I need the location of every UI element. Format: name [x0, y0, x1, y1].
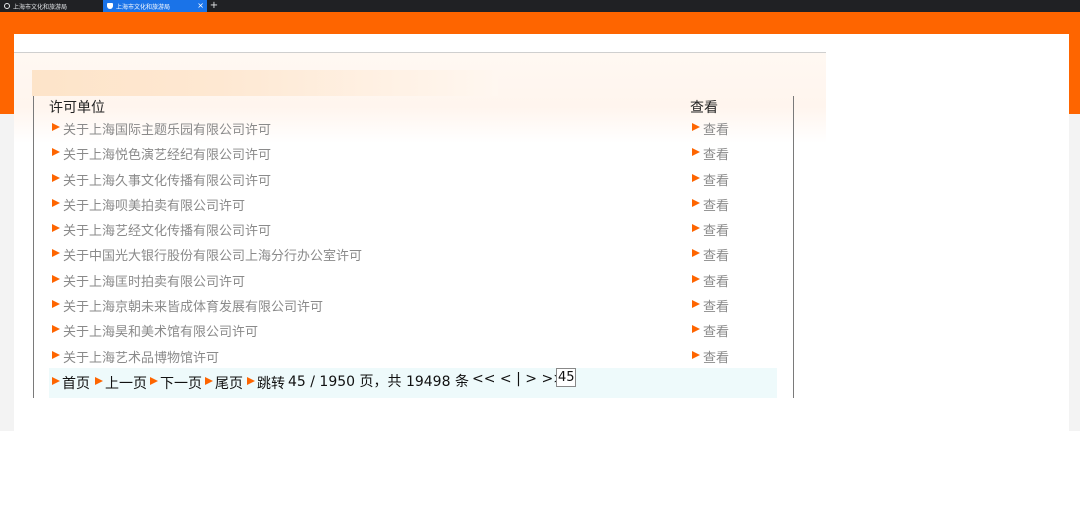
first-page-link[interactable]: 首页 — [62, 373, 90, 393]
triangle-bullet-icon — [692, 274, 700, 283]
jump-link[interactable]: 跳转 — [257, 373, 285, 393]
license-title-link[interactable]: 关于上海京朝未来皆成体育发展有限公司许可 — [63, 296, 323, 315]
list-item: 关于上海匡时拍卖有限公司许可 查看 — [50, 269, 778, 294]
tab-title: 上海市文化和旅游局 — [13, 3, 68, 11]
view-link[interactable]: 查看 — [703, 347, 729, 366]
triangle-bullet-icon — [692, 123, 700, 131]
triangle-bullet-icon — [52, 249, 60, 258]
list-item: 关于中国光大银行股份有限公司上海分行办公室许可 查看 — [50, 243, 778, 268]
close-icon[interactable]: × — [197, 0, 204, 12]
view-link[interactable]: 查看 — [703, 220, 729, 239]
next-page-link[interactable]: 下一页 — [160, 373, 202, 393]
license-title-link[interactable]: 关于上海艺术品博物馆许可 — [63, 347, 219, 366]
next-arrow-link[interactable]: > — [525, 371, 537, 387]
decorative-glow-bar — [32, 70, 498, 96]
triangle-bullet-icon — [692, 198, 700, 207]
triangle-bullet-icon — [247, 377, 255, 385]
view-link[interactable]: 查看 — [703, 245, 729, 264]
page-arrows: << < | > >> — [472, 371, 565, 387]
triangle-bullet-icon — [52, 173, 60, 182]
license-title-link[interactable]: 关于上海艺经文化传播有限公司许可 — [63, 220, 271, 239]
triangle-bullet-icon — [692, 173, 700, 182]
triangle-bullet-icon — [52, 350, 60, 359]
license-title-link[interactable]: 关于上海呗美拍卖有限公司许可 — [63, 195, 245, 214]
prev-arrow-link[interactable]: < — [500, 371, 512, 387]
first-arrow-link[interactable]: << — [472, 371, 495, 387]
triangle-bullet-icon — [692, 148, 700, 157]
pagination-bar: 首页 上一页 下一页 尾页 跳转 45 / 1950 页，共 19498 条 <… — [49, 368, 777, 398]
header-view: 查看 — [690, 100, 718, 116]
new-tab-button[interactable]: + — [207, 0, 221, 12]
triangle-bullet-icon — [52, 198, 60, 207]
view-link[interactable]: 查看 — [703, 195, 729, 214]
license-list: 关于上海国际主题乐园有限公司许可 查看 关于上海悦色演艺经纪有限公司许可 查看 … — [50, 117, 778, 370]
last-page-link[interactable]: 尾页 — [215, 373, 243, 393]
list-header: 许可单位 查看 — [49, 95, 777, 117]
license-title-link[interactable]: 关于上海国际主题乐园有限公司许可 — [63, 119, 271, 138]
triangle-bullet-icon — [692, 325, 700, 334]
license-title-link[interactable]: 关于上海悦色演艺经纪有限公司许可 — [63, 144, 271, 163]
license-title-link[interactable]: 关于中国光大银行股份有限公司上海分行办公室许可 — [63, 245, 362, 264]
tab-title: 上海市文化和旅游局 — [116, 3, 171, 11]
browser-tab-1[interactable]: 上海市文化和旅游局 — [0, 0, 103, 12]
triangle-bullet-icon — [692, 224, 700, 233]
triangle-bullet-icon — [52, 123, 60, 131]
page-number-input[interactable] — [556, 368, 576, 387]
triangle-bullet-icon — [52, 148, 60, 157]
view-link[interactable]: 查看 — [703, 144, 729, 163]
triangle-bullet-icon — [52, 300, 60, 309]
view-link[interactable]: 查看 — [703, 119, 729, 138]
page-info: 45 / 1950 页，共 19498 条 — [288, 374, 469, 390]
license-title-link[interactable]: 关于上海匡时拍卖有限公司许可 — [63, 271, 245, 290]
list-item: 关于上海昊和美术馆有限公司许可 查看 — [50, 319, 778, 344]
triangle-bullet-icon — [52, 224, 60, 233]
view-link[interactable]: 查看 — [703, 296, 729, 315]
triangle-bullet-icon — [52, 274, 60, 283]
browser-tab-2-active[interactable]: 上海市文化和旅游局 × — [103, 0, 207, 12]
header-license-unit: 许可单位 — [49, 100, 105, 116]
list-item: 关于上海艺经文化传播有限公司许可 查看 — [50, 218, 778, 243]
list-item: 关于上海呗美拍卖有限公司许可 查看 — [50, 193, 778, 218]
list-item: 关于上海京朝未来皆成体育发展有限公司许可 查看 — [50, 294, 778, 319]
browser-tab-bar: 上海市文化和旅游局 上海市文化和旅游局 × + — [0, 0, 1080, 12]
triangle-bullet-icon — [150, 377, 158, 385]
list-item: 关于上海国际主题乐园有限公司许可 查看 — [50, 117, 778, 142]
triangle-bullet-icon — [95, 377, 103, 385]
triangle-bullet-icon — [205, 377, 213, 385]
view-link[interactable]: 查看 — [703, 321, 729, 340]
triangle-bullet-icon — [692, 249, 700, 258]
view-link[interactable]: 查看 — [703, 170, 729, 189]
triangle-bullet-icon — [692, 300, 700, 309]
arrow-separator: | — [516, 371, 521, 387]
globe-icon — [4, 3, 10, 9]
bell-icon — [107, 3, 113, 9]
triangle-bullet-icon — [52, 325, 60, 334]
license-title-link[interactable]: 关于上海昊和美术馆有限公司许可 — [63, 321, 258, 340]
list-item: 关于上海久事文化传播有限公司许可 查看 — [50, 168, 778, 193]
license-title-link[interactable]: 关于上海久事文化传播有限公司许可 — [63, 170, 271, 189]
view-link[interactable]: 查看 — [703, 271, 729, 290]
triangle-bullet-icon — [692, 350, 700, 359]
triangle-bullet-icon — [52, 377, 60, 385]
prev-page-link[interactable]: 上一页 — [105, 373, 147, 393]
list-item: 关于上海悦色演艺经纪有限公司许可 查看 — [50, 142, 778, 167]
list-item: 关于上海艺术品博物馆许可 查看 — [50, 345, 778, 370]
